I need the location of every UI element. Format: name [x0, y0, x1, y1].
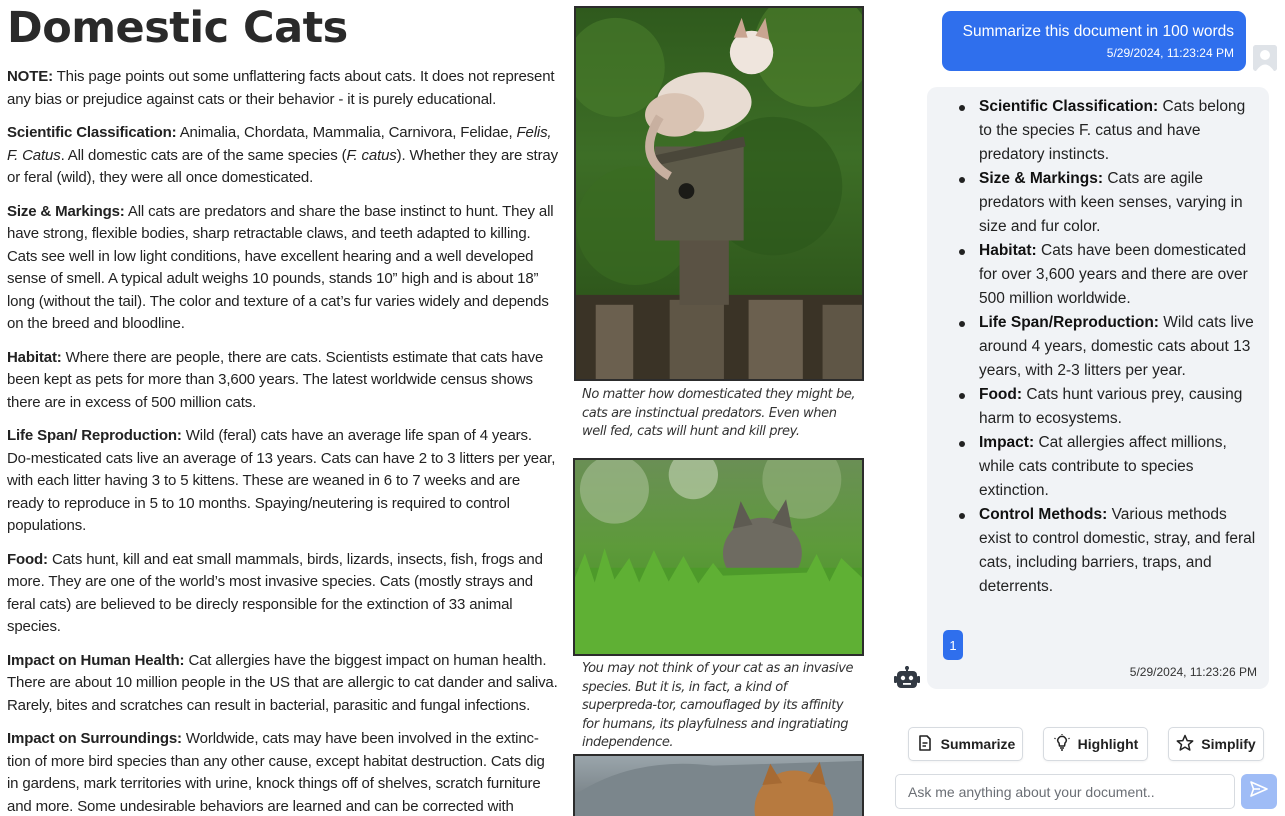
section-text: Animalia, Chordata, Mammalia, Carnivora,… [179, 124, 513, 141]
list-item: Habitat: Cats have been domesticated for… [957, 239, 1257, 311]
section-impact-surroundings: Impact on Surroundings: Worldwide, cats … [7, 728, 559, 816]
summarize-button-label: Summarize [940, 736, 1016, 752]
send-button[interactable] [1241, 774, 1277, 809]
star-icon [1176, 734, 1194, 755]
list-item: Food: Cats hunt various prey, causing ha… [957, 383, 1257, 431]
section-italic-text: F. catus [346, 146, 397, 164]
summarize-button[interactable]: Summarize [908, 727, 1023, 761]
section-food: Food: Cats hunt, kill and eat small mamm… [7, 549, 559, 639]
cat-in-car-photo [573, 754, 864, 816]
summary-item-label: Scientific Classification: [979, 98, 1159, 115]
summary-list: Scientific Classification: Cats belong t… [957, 95, 1257, 599]
list-item: Life Span/Reproduction: Wild cats live a… [957, 311, 1257, 383]
user-avatar-icon [1253, 45, 1277, 71]
section-scientific-classification: Scientific Classification: Animalia, Cho… [7, 122, 559, 190]
highlight-button[interactable]: Highlight [1043, 727, 1148, 761]
section-heading: Impact on Human Health: [7, 651, 185, 669]
section-size-markings: Size & Markings: All cats are predators … [7, 201, 559, 336]
document-text-column: Domestic Cats NOTE: This page points out… [7, 2, 559, 816]
user-message-timestamp: 5/29/2024, 11:23:24 PM [1106, 46, 1234, 60]
section-text: . All domestic cats are of the same spec… [60, 146, 347, 164]
section-heading: Habitat: [7, 348, 62, 366]
summary-item-label: Size & Markings: [979, 170, 1104, 187]
user-message-text: Summarize this document in 100 words [962, 23, 1234, 40]
photo-caption: No matter how domesticated they might be… [582, 387, 856, 439]
list-item: Scientific Classification: Cats belong t… [957, 95, 1257, 167]
lightbulb-icon [1053, 733, 1071, 755]
summary-item-label: Impact: [979, 434, 1035, 451]
section-heading: Impact on Surroundings: [7, 730, 182, 747]
summary-item-label: Food: [979, 386, 1023, 403]
chat-panel: Summarize this document in 100 words 5/2… [880, 0, 1285, 816]
photo-caption: You may not think of your cat as an inva… [582, 661, 854, 750]
ask-input[interactable] [895, 774, 1235, 809]
simplify-button[interactable]: Simplify [1168, 727, 1264, 761]
note-paragraph: NOTE: This page points out some unflatte… [7, 66, 559, 111]
section-text: Where there are people, there are cats. … [7, 348, 544, 411]
list-item: Size & Markings: Cats are agile predator… [957, 167, 1257, 239]
section-life-span: Life Span/ Reproduction: Wild (feral) ca… [7, 425, 559, 538]
cat-in-grass-photo [573, 458, 864, 656]
document-icon [916, 734, 934, 755]
note-label: NOTE: [7, 68, 53, 85]
section-heading: Food: [7, 550, 48, 568]
robot-icon [894, 666, 920, 690]
simplify-button-label: Simplify [1201, 736, 1256, 752]
send-icon [1249, 779, 1269, 804]
note-text: This page points out some unflattering f… [7, 68, 555, 108]
user-message-bubble: Summarize this document in 100 words 5/2… [942, 11, 1246, 71]
document-title: Domestic Cats [7, 3, 348, 53]
section-text: All cats are predators and share the bas… [7, 202, 554, 333]
cat-on-birdhouse-photo [574, 6, 864, 381]
list-item: Control Methods: Various methods exist t… [957, 503, 1257, 599]
section-habitat: Habitat: Where there are people, there a… [7, 347, 559, 415]
document-viewer[interactable]: Domestic Cats NOTE: This page points out… [0, 0, 880, 816]
citation-button[interactable]: 1 [943, 630, 963, 660]
section-heading: Life Span/ Reproduction: [7, 427, 182, 444]
summary-item-label: Life Span/Reproduction: [979, 314, 1159, 331]
section-heading: Scientific Classification: [7, 124, 177, 141]
highlight-button-label: Highlight [1077, 736, 1139, 752]
assistant-message-bubble: Scientific Classification: Cats belong t… [927, 87, 1269, 689]
section-text: Cats hunt, kill and eat small mammals, b… [7, 550, 543, 636]
section-heading: Size & Markings: [7, 202, 125, 220]
summary-item-label: Habitat: [979, 242, 1037, 259]
summary-item-label: Control Methods: [979, 506, 1108, 523]
list-item: Impact: Cat allergies affect millions, w… [957, 431, 1257, 503]
assistant-message-timestamp: 5/29/2024, 11:23:26 PM [1129, 665, 1257, 679]
section-impact-human-health: Impact on Human Health: Cat allergies ha… [7, 650, 559, 718]
